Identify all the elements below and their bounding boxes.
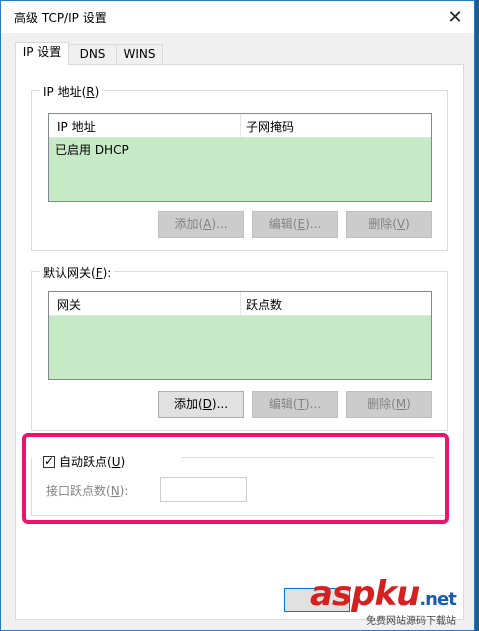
column-separator <box>240 114 241 137</box>
tab-ip-settings-label: IP 设置 <box>22 45 62 59</box>
column-metric[interactable]: 跃点数 <box>246 296 282 313</box>
add-ip-button[interactable]: 添加(A)... <box>158 211 244 238</box>
tab-wins-label: WINS <box>123 47 156 61</box>
tab-ip-settings[interactable]: IP 设置 <box>15 42 69 65</box>
highlight-annotation <box>22 433 449 524</box>
ip-address-legend: IP 地址(R) <box>40 83 103 100</box>
remove-ip-button[interactable]: 删除(V) <box>346 211 432 238</box>
remove-gateway-button[interactable]: 删除(M) <box>346 391 432 418</box>
column-gateway[interactable]: 网关 <box>57 296 81 313</box>
tab-dns-label: DNS <box>79 47 106 61</box>
desktop-background-right <box>475 0 479 631</box>
list-item[interactable]: 已启用 DHCP <box>55 141 129 158</box>
watermark-logo: aspku.net <box>310 574 457 614</box>
close-icon: ✕ <box>447 6 463 28</box>
title-bar: 高级 TCP/IP 设置 ✕ <box>1 1 474 33</box>
column-subnet-mask[interactable]: 子网掩码 <box>246 118 294 135</box>
ip-address-list-header: IP 地址 子网掩码 <box>49 114 431 138</box>
gateway-list-header: 网关 跃点数 <box>49 292 431 316</box>
close-button[interactable]: ✕ <box>442 4 468 30</box>
tab-wins[interactable]: WINS <box>116 44 163 64</box>
edit-ip-button[interactable]: 编辑(E)... <box>252 211 338 238</box>
window-title: 高级 TCP/IP 设置 <box>14 11 107 25</box>
watermark-caption: 免费网站源码下载站 <box>366 616 456 627</box>
tab-dns[interactable]: DNS <box>68 44 117 64</box>
column-separator <box>240 292 241 315</box>
gateway-list[interactable]: 网关 跃点数 <box>48 291 432 380</box>
default-gateway-legend: 默认网关(F): <box>40 264 115 281</box>
ip-address-list[interactable]: IP 地址 子网掩码 已启用 DHCP <box>48 113 432 202</box>
advanced-tcpip-dialog: 高级 TCP/IP 设置 ✕ IP 设置 DNS WINS IP 地址(R) I… <box>0 0 475 631</box>
edit-gateway-button[interactable]: 编辑(T)... <box>252 391 338 418</box>
column-ip-address[interactable]: IP 地址 <box>57 118 96 135</box>
add-gateway-button[interactable]: 添加(D)... <box>158 391 244 418</box>
